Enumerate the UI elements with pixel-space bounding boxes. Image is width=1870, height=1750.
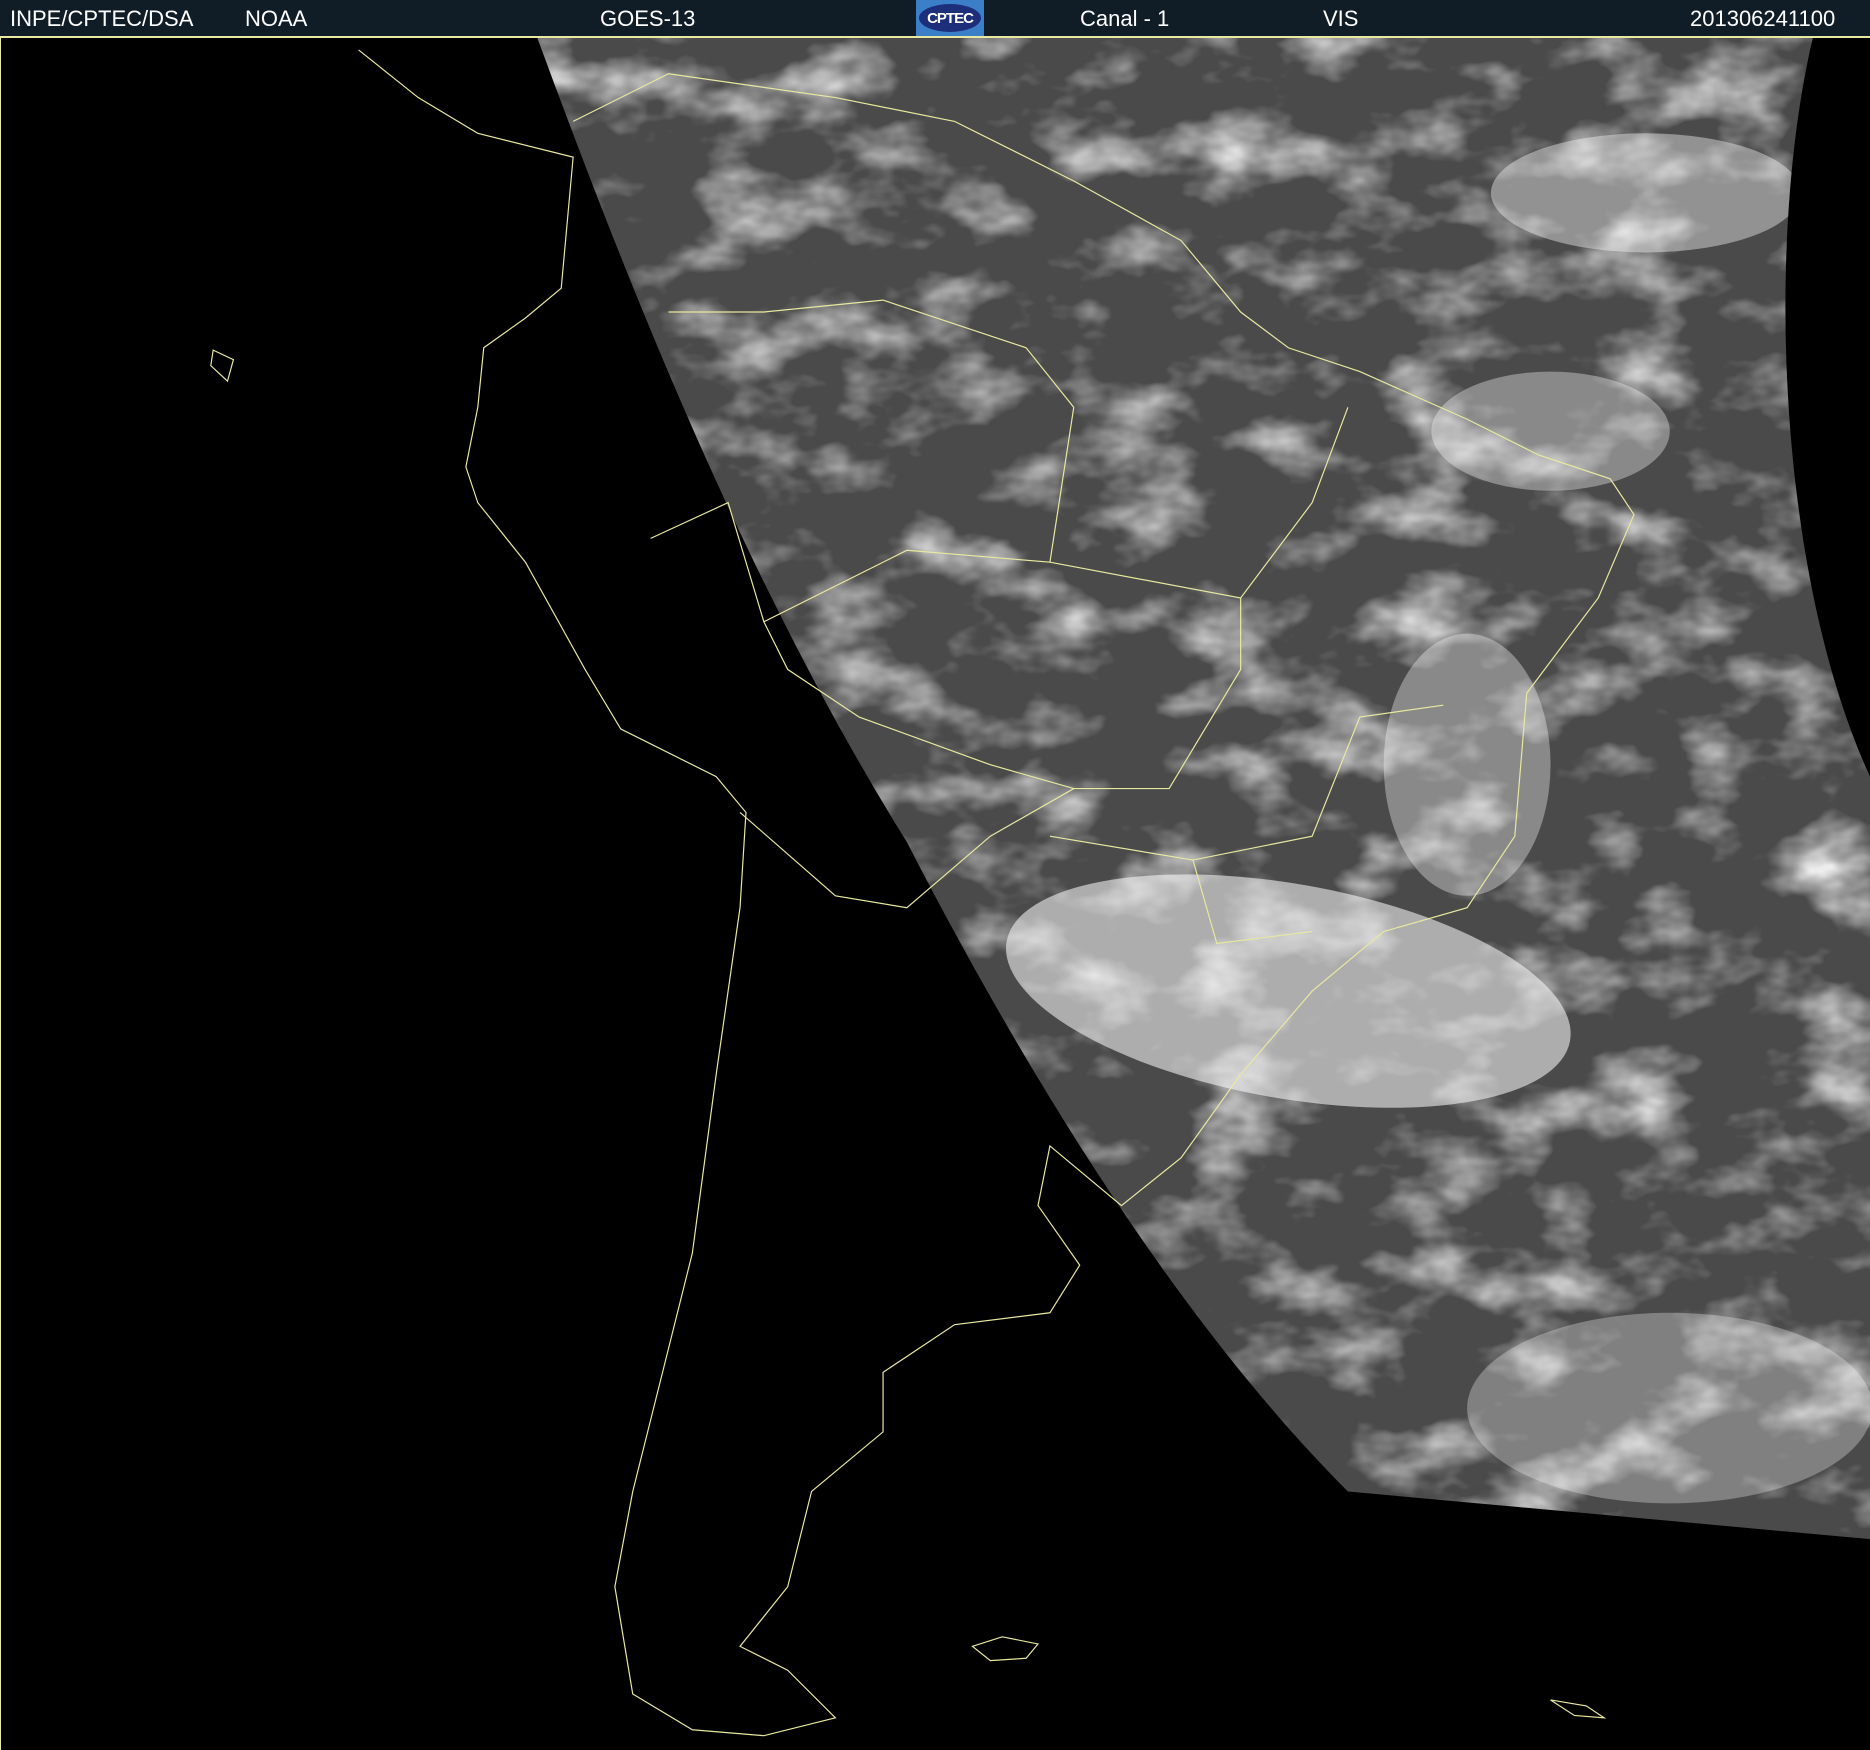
satellite-label: GOES-13 [600,6,696,31]
cptec-logo: CPTEC [916,0,984,36]
band-label: VIS [1323,6,1359,31]
image-header: INPE/CPTEC/DSA NOAA GOES-13 CPTEC Canal … [0,0,1870,38]
south-georgia-island [1550,1699,1607,1719]
satellite-map [210,38,1870,1737]
institution-label: INPE/CPTEC/DSA [10,6,194,31]
galapagos-islands [210,349,235,383]
agency-label: NOAA [245,6,308,31]
falkland-islands [971,1636,1040,1662]
channel-label: Canal - 1 [1080,6,1170,31]
timestamp-label: 201306241100 [1690,6,1836,31]
daylit-earth-disc [537,38,1870,1540]
satellite-image [0,38,1870,1750]
cptec-logo-text: CPTEC [919,4,981,32]
